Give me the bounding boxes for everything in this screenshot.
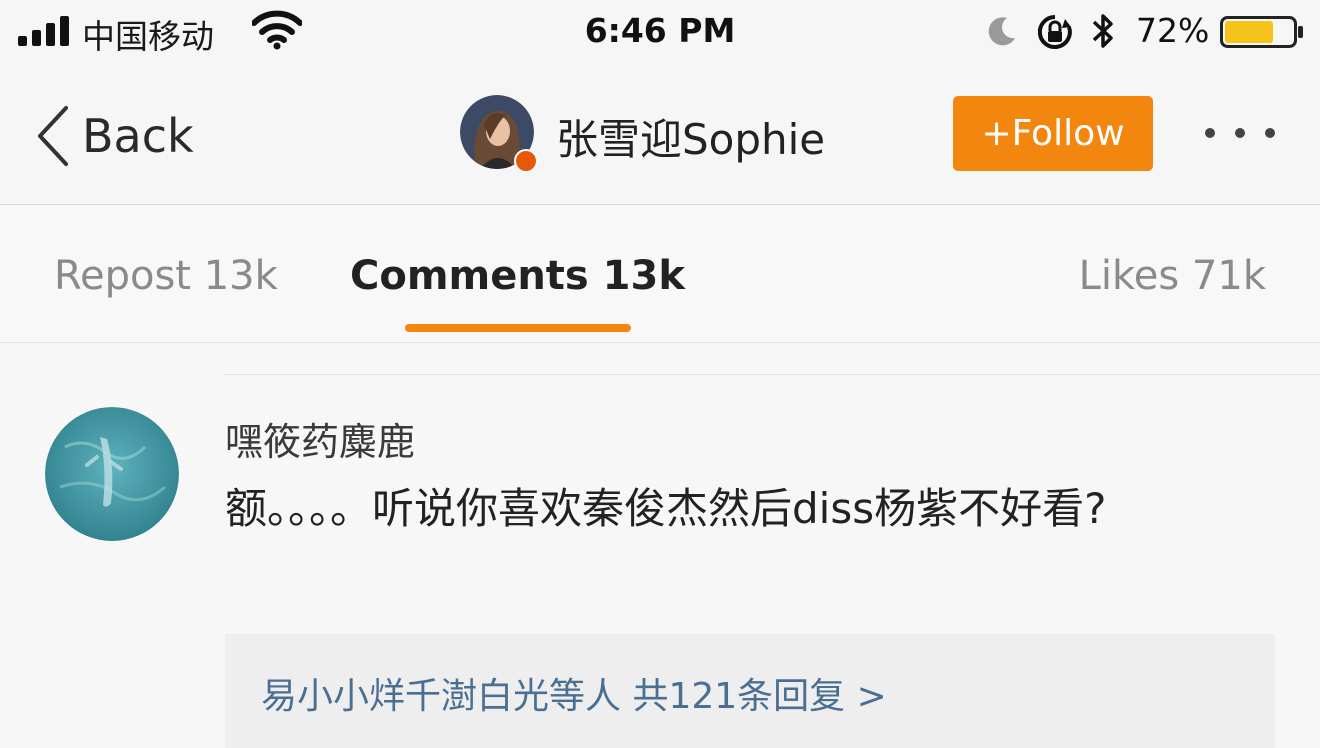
wifi-icon [252,10,302,50]
carrier-name: 中国移动 [82,17,214,56]
comment-author[interactable]: 嘿筱药麋鹿 [225,411,415,466]
nav-bar: Back 张雪迎Sophie +Follow [0,68,1320,205]
profile-avatar[interactable] [460,95,540,175]
verified-badge-icon [514,149,538,173]
moon-icon [988,17,1015,46]
back-label: Back [82,109,194,163]
replies-summary[interactable]: 易小小烊千澍白光等人 共121条回复 > [225,634,1275,748]
signal-icon [18,16,69,46]
replies-summary-label: 易小小烊千澍白光等人 共121条回复 > [261,676,887,717]
comments-list: 嘿筱药麋鹿 额。。。。听说你喜欢秦俊杰然后diss杨紫不好看? 易小小烊千澍白光… [0,343,1320,748]
tab-repost[interactable]: Repost 13k [54,253,278,299]
rotation-lock-icon [1037,14,1072,49]
divider [225,374,1320,375]
battery-percent: 72% [1136,11,1210,50]
active-tab-indicator [405,324,631,332]
tab-likes[interactable]: Likes 71k [1079,253,1266,299]
battery-icon [1220,16,1303,48]
chevron-left-icon [38,106,68,166]
tab-comments[interactable]: Comments 13k [350,253,685,299]
commenter-avatar[interactable] [45,407,179,541]
bluetooth-icon [1092,14,1113,48]
comment-text: 额。。。。听说你喜欢秦俊杰然后diss杨紫不好看? [225,484,1107,533]
tab-bar: Repost 13k Comments 13k Likes 71k [0,205,1320,343]
profile-username[interactable]: 张雪迎Sophie [556,106,825,167]
status-bar: 中国移动 6:46 PM 72% [0,0,1320,68]
back-button[interactable]: Back [34,104,194,168]
follow-button[interactable]: +Follow [953,96,1153,171]
more-options-icon[interactable] [1200,120,1280,146]
